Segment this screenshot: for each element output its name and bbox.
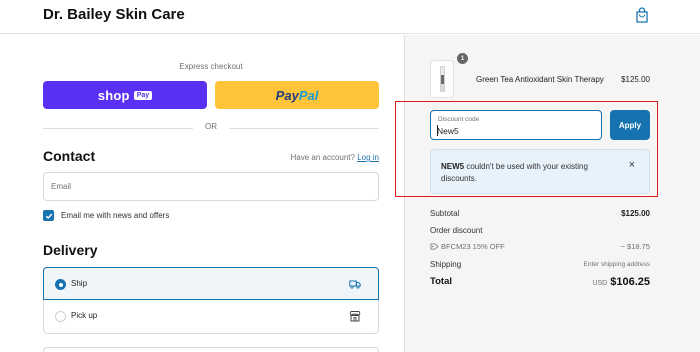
discount-line-code: BFCM23 15% OFF — [441, 242, 505, 251]
email-field[interactable] — [43, 172, 379, 201]
shop-pay-badge: Pay — [133, 90, 153, 100]
truck-icon — [349, 280, 361, 289]
order-discount-row: Order discount — [430, 226, 650, 235]
have-account-text: Have an account? Log in — [220, 153, 379, 162]
checkmark-icon — [45, 213, 52, 219]
subtotal-row: Subtotal $125.00 — [430, 209, 650, 218]
total-currency: USD — [592, 280, 608, 287]
subtotal-label: Subtotal — [430, 209, 460, 218]
or-text: OR — [205, 122, 217, 131]
delivery-option-ship[interactable]: Ship — [43, 267, 379, 300]
newsletter-checkbox[interactable] — [43, 210, 54, 221]
total-label: Total — [430, 276, 452, 287]
product-price: $125.00 — [621, 75, 650, 84]
subtotal-value: $125.00 — [621, 209, 650, 218]
store-name[interactable]: Dr. Bailey Skin Care — [43, 6, 185, 23]
shipping-row: Shipping Enter shipping address — [430, 260, 650, 269]
ship-radio[interactable] — [55, 279, 66, 290]
shop-pay-button[interactable]: shop Pay — [43, 81, 207, 109]
next-field-edge — [43, 347, 379, 352]
total-row: Total USD $106.25 — [430, 276, 650, 288]
divider-line-right — [229, 128, 379, 129]
product-thumbnail — [430, 60, 454, 98]
total-amount: $106.25 — [610, 276, 650, 288]
discount-line-row: BFCM23 15% OFF − $18.75 — [430, 242, 650, 251]
shipping-label: Shipping — [430, 260, 462, 269]
product-bottle-image — [440, 66, 445, 92]
shopping-bag-icon[interactable] — [635, 7, 649, 23]
have-account-label: Have an account? — [290, 153, 355, 162]
ship-label: Ship — [71, 279, 88, 288]
express-checkout-label: Express checkout — [179, 62, 243, 71]
store-icon — [349, 311, 361, 322]
pickup-radio[interactable] — [55, 311, 66, 322]
contact-heading: Contact — [43, 148, 96, 164]
paypal-wordmark-pal: Pal — [298, 87, 319, 103]
discount-line-value: − $18.75 — [620, 242, 650, 251]
login-link[interactable]: Log in — [357, 153, 379, 162]
order-discount-label: Order discount — [430, 226, 483, 235]
total-value-group: USD $106.25 — [592, 276, 650, 288]
delivery-heading: Delivery — [43, 242, 98, 258]
shipping-value: Enter shipping address — [583, 261, 651, 268]
paypal-wordmark-pay: Pay — [275, 87, 299, 103]
shop-pay-wordmark: shop — [97, 87, 130, 103]
delivery-option-pickup[interactable]: Pick up — [43, 300, 379, 334]
header: Dr. Bailey Skin Care — [0, 0, 700, 34]
highlight-annotation — [395, 101, 658, 197]
newsletter-label: Email me with news and offers — [61, 211, 170, 220]
or-divider: OR — [43, 122, 379, 134]
pickup-label: Pick up — [71, 311, 98, 320]
paypal-button[interactable]: Pay Pal — [215, 81, 379, 109]
tag-icon — [430, 243, 439, 250]
quantity-badge: 1 — [457, 53, 468, 64]
